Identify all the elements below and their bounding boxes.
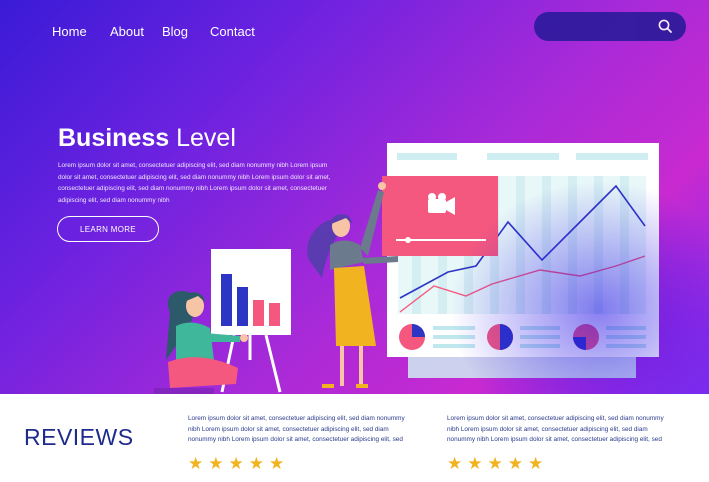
star-icon: ★ bbox=[248, 453, 264, 473]
star-icon: ★ bbox=[228, 453, 244, 473]
hero-section: Home About Blog Contact Business Level L… bbox=[0, 0, 709, 394]
review-text: Lorem ipsum dolor sit amet, consectetuer… bbox=[188, 415, 405, 443]
star-rating: ★ ★ ★ ★ ★ bbox=[188, 455, 418, 472]
star-icon: ★ bbox=[269, 453, 285, 473]
star-icon: ★ bbox=[208, 453, 224, 473]
review-text: Lorem ipsum dolor sit amet, consectetuer… bbox=[447, 415, 664, 443]
review-card: Lorem ipsum dolor sit amet, consectetuer… bbox=[447, 414, 677, 472]
star-icon: ★ bbox=[447, 453, 463, 473]
star-icon: ★ bbox=[528, 453, 544, 473]
review-card: Lorem ipsum dolor sit amet, consectetuer… bbox=[188, 414, 418, 472]
star-rating: ★ ★ ★ ★ ★ bbox=[447, 455, 677, 472]
star-icon: ★ bbox=[467, 453, 483, 473]
star-icon: ★ bbox=[188, 453, 204, 473]
star-icon: ★ bbox=[487, 453, 503, 473]
reviews-heading: REVIEWS bbox=[24, 424, 134, 450]
business-illustration bbox=[154, 143, 659, 394]
star-icon: ★ bbox=[507, 453, 523, 473]
